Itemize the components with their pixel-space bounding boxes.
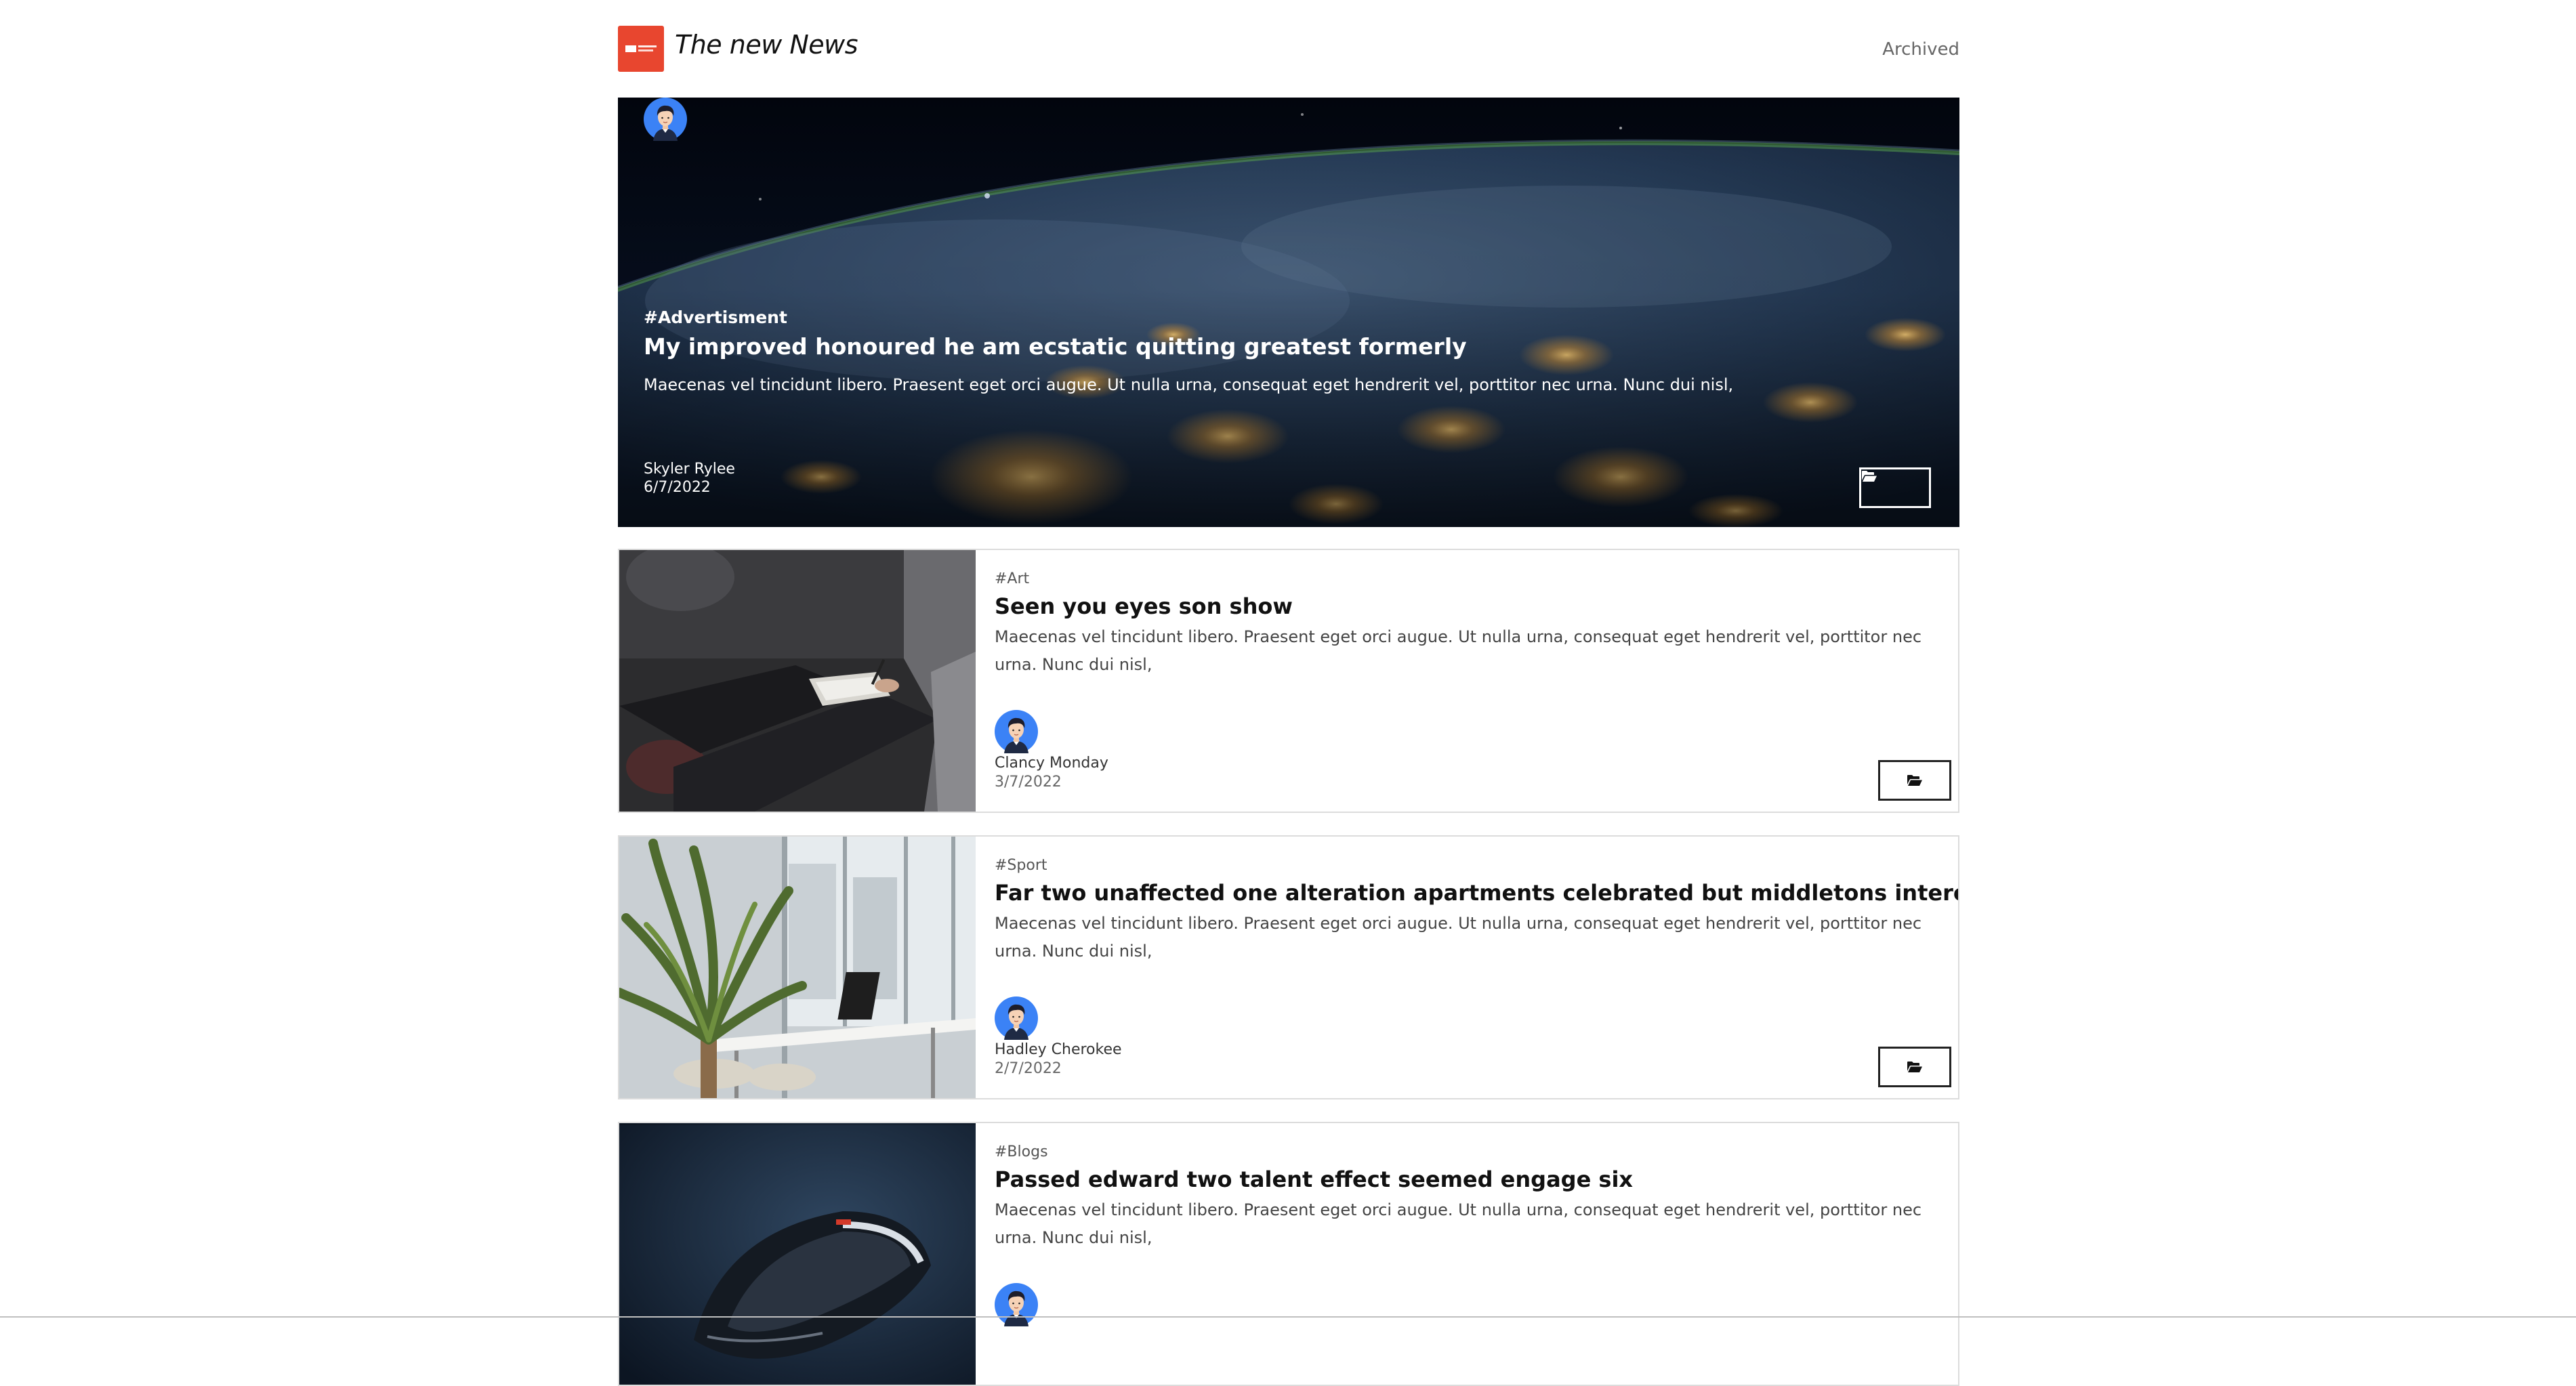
article-card[interactable]: #Art Seen you eyes son show Maecenas vel… xyxy=(618,549,1959,813)
article-date: 3/7/2022 xyxy=(995,774,1062,791)
folder-open-icon xyxy=(1907,1060,1923,1074)
author-name: Clancy Monday xyxy=(995,755,1108,772)
site-title: The new News xyxy=(675,30,858,60)
article-title[interactable]: Far two unaffected one alteration apartm… xyxy=(995,880,1958,906)
article-card[interactable]: #Sport Far two unaffected one alteration… xyxy=(618,835,1959,1099)
article-excerpt: Maecenas vel tincidunt libero. Praesent … xyxy=(995,1200,1922,1247)
hero-image xyxy=(618,98,1959,527)
article-thumbnail xyxy=(619,837,976,1098)
article-title[interactable]: Seen you eyes son show xyxy=(995,593,1293,619)
article-date: 6/7/2022 xyxy=(644,479,711,496)
article-tag[interactable]: #Sport xyxy=(995,857,1047,874)
article-tag[interactable]: #Advertisment xyxy=(644,308,787,327)
author-avatar xyxy=(995,996,1038,1040)
article-excerpt: Maecenas vel tincidunt libero. Praesent … xyxy=(644,375,1734,394)
site-header: The new News Archived xyxy=(618,26,1959,72)
article-card[interactable]: #Blogs Passed edward two talent effect s… xyxy=(618,1122,1959,1386)
article-excerpt: Maecenas vel tincidunt libero. Praesent … xyxy=(995,627,1922,674)
folder-open-icon xyxy=(1861,469,1877,483)
author-avatar xyxy=(995,710,1038,753)
article-tag[interactable]: #Art xyxy=(995,570,1029,587)
archive-button[interactable] xyxy=(1878,1047,1951,1087)
author-avatar xyxy=(644,98,687,141)
site-logo[interactable] xyxy=(618,26,664,72)
author-name: Hadley Cherokee xyxy=(995,1041,1122,1058)
archive-button[interactable] xyxy=(1878,760,1951,801)
article-title[interactable]: Passed edward two talent effect seemed e… xyxy=(995,1167,1633,1192)
article-excerpt: Maecenas vel tincidunt libero. Praesent … xyxy=(995,914,1922,961)
archived-link[interactable]: Archived xyxy=(1882,39,1959,60)
article-thumbnail xyxy=(619,550,976,812)
article-thumbnail xyxy=(619,1123,976,1385)
author-avatar xyxy=(995,1283,1038,1326)
folder-open-icon xyxy=(1907,774,1923,787)
article-date: 2/7/2022 xyxy=(995,1060,1062,1077)
archive-button[interactable] xyxy=(1859,467,1931,508)
hero-article[interactable]: #Advertisment My improved honoured he am… xyxy=(618,98,1959,527)
author-name: Skyler Rylee xyxy=(644,461,735,478)
logo-mark xyxy=(625,45,657,53)
article-title[interactable]: My improved honoured he am ecstatic quit… xyxy=(644,333,1467,360)
article-tag[interactable]: #Blogs xyxy=(995,1143,1048,1160)
